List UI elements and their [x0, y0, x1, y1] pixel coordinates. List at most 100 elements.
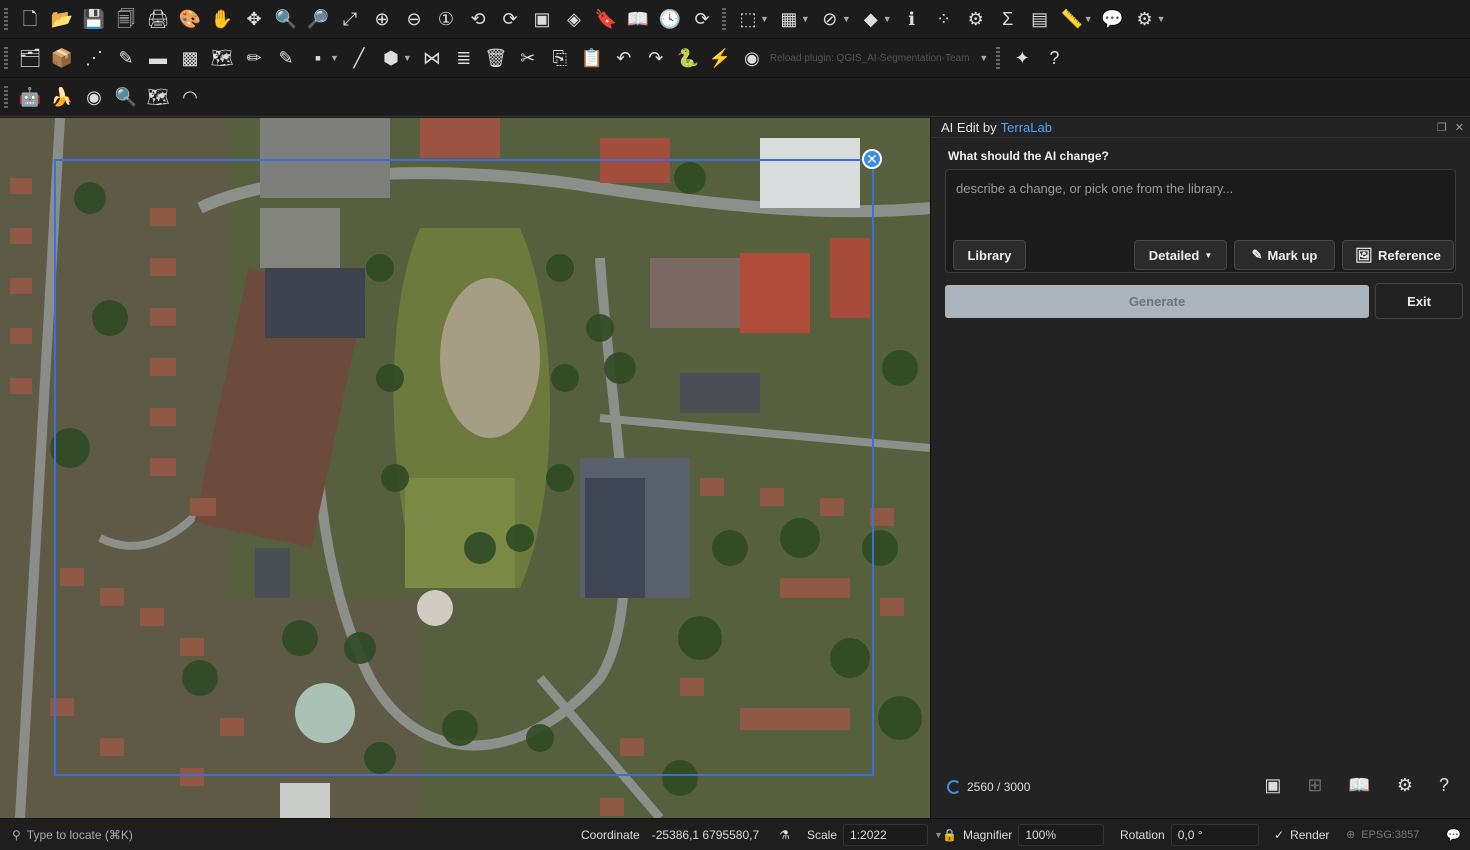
save-edits-icon[interactable]: ▪: [306, 46, 330, 70]
toolbar-grip[interactable]: [722, 8, 726, 30]
reload-plugin-label[interactable]: Reload plugin: QGIS_AI-Segmentation-Team: [770, 53, 970, 64]
chevron-down-icon[interactable]: ▼: [1084, 14, 1093, 24]
chevron-down-icon[interactable]: ▼: [330, 53, 339, 63]
select-features-icon[interactable]: ⬚: [736, 7, 760, 31]
open-project-icon[interactable]: 📂: [50, 7, 74, 31]
add-vector-icon[interactable]: 🗺: [210, 46, 234, 70]
settings-gear-icon[interactable]: ⚙: [1397, 775, 1413, 796]
exit-button[interactable]: Exit: [1375, 283, 1463, 319]
chevron-down-icon[interactable]: ▼: [842, 14, 851, 24]
zoom-next-icon[interactable]: ⟳: [498, 7, 522, 31]
modify-attributes-icon[interactable]: ≣: [452, 46, 476, 70]
crs-field[interactable]: ⊕ EPSG:3857: [1346, 828, 1419, 842]
chevron-down-icon[interactable]: ▼: [760, 14, 769, 24]
bookmark-icon[interactable]: 🔖: [594, 7, 618, 31]
zoom-full-icon[interactable]: ⤢: [338, 7, 362, 31]
new-shapefile-icon[interactable]: ⋰: [82, 46, 106, 70]
close-panel-icon[interactable]: ✕: [1455, 121, 1464, 134]
edit-pencil-icon[interactable]: ✏: [242, 46, 266, 70]
coordinate-value[interactable]: -25386,1 6795580,7: [652, 828, 759, 842]
zoom-last-icon[interactable]: ⟲: [466, 7, 490, 31]
zoom-out-icon[interactable]: 🔎: [306, 7, 330, 31]
prompt-input[interactable]: [946, 170, 1455, 230]
field-calculator-icon[interactable]: Σ: [996, 7, 1020, 31]
generate-button[interactable]: Generate: [945, 285, 1369, 318]
help-icon[interactable]: ?: [1439, 775, 1449, 796]
magnifier-input[interactable]: 100%: [1018, 823, 1105, 846]
settings-icon[interactable]: ⚙: [964, 7, 988, 31]
segment-plugin-icon[interactable]: 🗺: [146, 85, 170, 109]
messages-icon[interactable]: 💬: [1446, 828, 1461, 842]
identify-icon[interactable]: ℹ: [900, 7, 924, 31]
chevron-down-icon[interactable]: ▼: [403, 53, 412, 63]
locator-bar[interactable]: ⚲ Type to locate (⌘K): [6, 823, 216, 847]
new-geopackage-icon[interactable]: 📦: [50, 46, 74, 70]
add-mesh-icon[interactable]: ▩: [178, 46, 202, 70]
show-bookmarks-icon[interactable]: 📖: [626, 7, 650, 31]
zoom-native-icon[interactable]: ①: [434, 7, 458, 31]
toolbar-grip[interactable]: [996, 47, 1001, 69]
plugin-tool-icon[interactable]: ✦: [1010, 46, 1034, 70]
add-feature-icon[interactable]: ⬢: [379, 46, 403, 70]
markup-button[interactable]: ✎ Mark up: [1234, 240, 1335, 270]
gauge-icon[interactable]: ◠: [178, 85, 202, 109]
chevron-down-icon[interactable]: ▼: [1157, 14, 1166, 24]
render-field[interactable]: ✓ Render: [1274, 828, 1329, 842]
statistics-icon[interactable]: ▤: [1028, 7, 1052, 31]
library-button[interactable]: Library: [953, 240, 1026, 270]
print-layout-icon[interactable]: 🖨: [146, 7, 170, 31]
banana-icon[interactable]: 🍌: [50, 85, 74, 109]
zoom-in-icon[interactable]: 🔍: [274, 7, 298, 31]
add-raster-icon[interactable]: ▬: [146, 46, 170, 70]
python-console-icon[interactable]: 🐍: [676, 46, 700, 70]
new-project-icon[interactable]: 🗋: [18, 7, 42, 31]
pan-icon[interactable]: ✋: [210, 7, 234, 31]
paste-features-icon[interactable]: 📋: [580, 46, 604, 70]
detail-dropdown[interactable]: Detailed ▼: [1134, 240, 1227, 270]
toggle-editing-icon[interactable]: ✎: [274, 46, 298, 70]
cut-features-icon[interactable]: ✂: [516, 46, 540, 70]
reference-button[interactable]: 🖼 Reference: [1342, 240, 1454, 270]
new-3d-view-icon[interactable]: ◈: [562, 7, 586, 31]
ai-robot-icon[interactable]: 🤖: [18, 85, 42, 109]
select-location-icon[interactable]: ◆: [859, 7, 883, 31]
data-source-manager-icon[interactable]: 🗂: [18, 46, 42, 70]
new-map-view-icon[interactable]: ▣: [530, 7, 554, 31]
toolbar-grip[interactable]: [4, 47, 8, 69]
new-temp-layer-icon[interactable]: ✎: [114, 46, 138, 70]
plugin-icon[interactable]: ⚡: [708, 46, 732, 70]
delete-selected-icon[interactable]: 🗑: [484, 46, 508, 70]
map-canvas[interactable]: ✕: [0, 118, 930, 818]
attribute-table-icon[interactable]: ▦: [777, 7, 801, 31]
vertex-tool-icon[interactable]: ⋈: [420, 46, 444, 70]
copy-features-icon[interactable]: ⎘: [548, 46, 572, 70]
fit-selection-icon[interactable]: ▣: [1264, 775, 1281, 796]
zoom-layer-icon[interactable]: ⊕: [370, 7, 394, 31]
annotation-icon[interactable]: ⚙: [1133, 7, 1157, 31]
chevron-down-icon[interactable]: ▼: [979, 53, 988, 63]
eye-plugin-icon[interactable]: ◉: [82, 85, 106, 109]
style-manager-icon[interactable]: 🎨: [178, 7, 202, 31]
mouse-icon[interactable]: ⚗: [779, 828, 790, 842]
chevron-down-icon[interactable]: ▼: [801, 14, 810, 24]
book-icon[interactable]: 📖: [1348, 775, 1370, 796]
panel-brand[interactable]: TerraLab: [1001, 120, 1052, 135]
digitize-icon[interactable]: ╱: [347, 46, 371, 70]
lock-icon[interactable]: 🔒: [942, 828, 957, 842]
undo-icon[interactable]: ↶: [612, 46, 636, 70]
toolbar-grip[interactable]: [4, 8, 8, 30]
zoom-selection-icon[interactable]: ⊖: [402, 7, 426, 31]
float-panel-icon[interactable]: ❐: [1437, 121, 1447, 134]
scale-input[interactable]: 1:2022: [843, 823, 929, 846]
rotation-input[interactable]: 0,0 °: [1170, 823, 1259, 846]
reload-plugin-icon[interactable]: ◉: [740, 46, 764, 70]
crosshair-icon[interactable]: ⊞: [1307, 775, 1322, 796]
zoom-plugin-icon[interactable]: 🔍: [114, 85, 138, 109]
processing-toolbox-icon[interactable]: ⁘: [932, 7, 956, 31]
map-tips-icon[interactable]: 💬: [1101, 7, 1125, 31]
close-selection-icon[interactable]: ✕: [862, 149, 882, 169]
save-project-icon[interactable]: 💾: [82, 7, 106, 31]
measure-icon[interactable]: 📏: [1060, 7, 1084, 31]
toolbar-grip[interactable]: [4, 86, 8, 108]
refresh-icon[interactable]: ⟳: [690, 7, 714, 31]
